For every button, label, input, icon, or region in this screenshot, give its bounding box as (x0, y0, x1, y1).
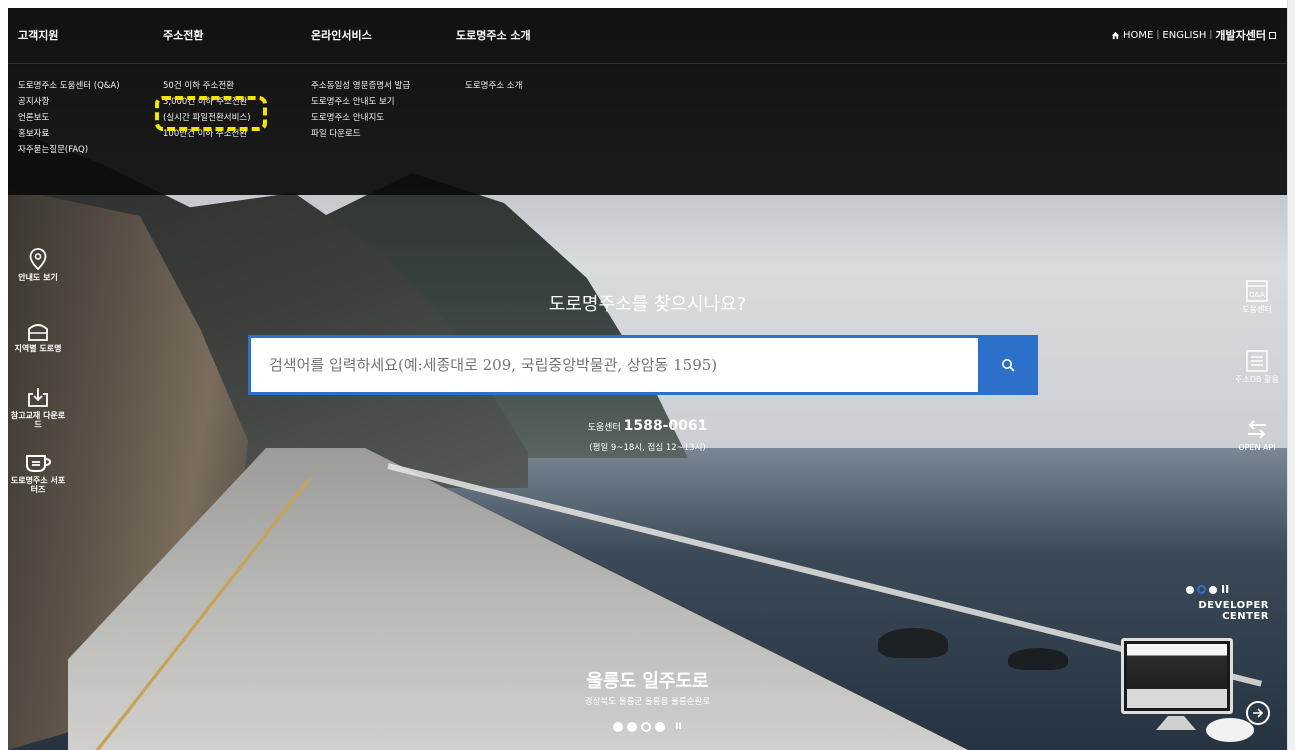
submenu-item[interactable]: 자주묻는질문(FAQ) (18, 144, 120, 157)
search-bar (248, 335, 1038, 395)
developer-center-link[interactable]: 개발자센터 (1215, 27, 1266, 43)
slider-dot[interactable] (655, 722, 666, 732)
submenu-item[interactable]: 파일 다운로드 (311, 128, 410, 141)
submenu-item[interactable]: 언론보도 (18, 112, 120, 125)
quick-menu-supporters[interactable]: 도로명주소 서포터즈 (8, 453, 68, 494)
help-center-hours: (평일 9~18시, 점심 12~13시) (589, 443, 706, 453)
help-center-phone: 도움센터 1588-0061 (8, 418, 1287, 434)
quick-menu-label: 지역별 도로명 (14, 344, 62, 353)
cup-icon (26, 455, 51, 472)
slider-dot[interactable] (627, 722, 638, 732)
download-icon (28, 388, 48, 407)
quick-menu-map[interactable]: 안내도 보기 (8, 248, 68, 282)
submenu-road-address-intro: 도로명주소 소개 (465, 80, 522, 93)
center-label: CENTER (1222, 611, 1269, 622)
nav-road-address-intro[interactable]: 도로명주소 소개 (456, 27, 531, 43)
developer-center-banner[interactable]: DEVELOPER CENTER (1198, 600, 1269, 622)
location-pin-icon (29, 248, 47, 270)
slider-dot-active[interactable] (641, 722, 652, 732)
submenu-item[interactable]: 홍보자료 (18, 128, 120, 141)
page-scrollbar[interactable] (1287, 0, 1295, 750)
divider: | (1209, 30, 1213, 40)
pause-icon[interactable]: II (675, 722, 682, 732)
submenu-customer-support: 도로명주소 도움센터 (Q&A) 공지사항 언론보도 홍보자료 자주묻는질문(F… (18, 80, 120, 157)
english-link[interactable]: ENGLISH (1162, 30, 1206, 41)
search-input[interactable] (248, 335, 978, 395)
building-icon (28, 324, 48, 341)
search-button[interactable] (978, 335, 1038, 395)
quick-menu-region[interactable]: 지역별 도로명 (8, 321, 68, 353)
submenu-item[interactable]: 공지사항 (18, 96, 120, 109)
submenu-online-services: 주소동일성 영문증명서 발급 도로명주소 안내도 보기 도로명주소 안내지도 파… (311, 80, 410, 141)
photo-caption-title: 울릉도 일주도로 (586, 671, 709, 692)
slider-dot[interactable] (1209, 585, 1217, 594)
submenu-item[interactable]: 도로명주소 소개 (465, 80, 522, 93)
search-icon (1002, 359, 1015, 372)
quick-menu-label: 도로명주소 서포터즈 (10, 476, 66, 494)
main-menu-bar: 고객지원 주소전환 온라인서비스 도로명주소 소개 HOME | ENGLISH… (8, 8, 1287, 64)
side-menu-address-db[interactable]: 주소DB 활용 (1227, 350, 1287, 384)
new-window-icon (1269, 32, 1276, 39)
help-center-number[interactable]: 1588-0061 (624, 418, 708, 434)
next-arrow-button[interactable] (1246, 701, 1270, 725)
quick-menu-label: 안내도 보기 (18, 273, 58, 282)
page-frame: 고객지원 주소전환 온라인서비스 도로명주소 소개 HOME | ENGLISH… (8, 8, 1287, 750)
submenu-item[interactable]: 주소동일성 영문증명서 발급 (311, 80, 410, 93)
monitor-image (1121, 638, 1233, 714)
nav-online-services[interactable]: 온라인서비스 (311, 27, 372, 43)
developer-label: DEVELOPER (1198, 600, 1269, 611)
developer-slider-controls: II (1186, 583, 1229, 596)
arrow-right-icon (1253, 708, 1264, 718)
slider-dot[interactable] (613, 722, 624, 732)
photo-caption-location: 경상북도 울릉군 울릉읍 울릉순환로 (584, 697, 711, 707)
divider: | (1156, 30, 1160, 40)
slider-dot-active[interactable] (1197, 585, 1206, 594)
submenu-item[interactable]: 도로명주소 도움센터 (Q&A) (18, 80, 120, 93)
submenu-item[interactable]: 50건 이하 주소전환 (163, 80, 251, 93)
nav-address-conversion[interactable]: 주소전환 (163, 27, 203, 43)
mouse-image (1206, 718, 1254, 742)
top-navigation: 고객지원 주소전환 온라인서비스 도로명주소 소개 HOME | ENGLISH… (8, 8, 1287, 195)
slider-controls: II (8, 722, 1287, 732)
slider-dot[interactable] (1186, 585, 1194, 594)
home-icon (1111, 31, 1120, 39)
utility-links: HOME | ENGLISH | 개발자센터 (1111, 27, 1277, 43)
document-list-icon (1246, 350, 1268, 372)
submenu-item[interactable]: 도로명주소 안내지도 (311, 112, 410, 125)
hero-title: 도로명주소를 찾으시나요? (548, 294, 747, 315)
highlight-annotation (155, 96, 267, 131)
nav-customer-support[interactable]: 고객지원 (18, 27, 58, 43)
home-link[interactable]: HOME (1123, 30, 1153, 41)
help-center-label: 도움센터 (587, 423, 621, 433)
submenu-item[interactable]: 도로명주소 안내도 보기 (311, 96, 410, 109)
pause-icon[interactable]: II (1221, 583, 1229, 596)
side-menu-label: 주소DB 활용 (1235, 375, 1279, 384)
